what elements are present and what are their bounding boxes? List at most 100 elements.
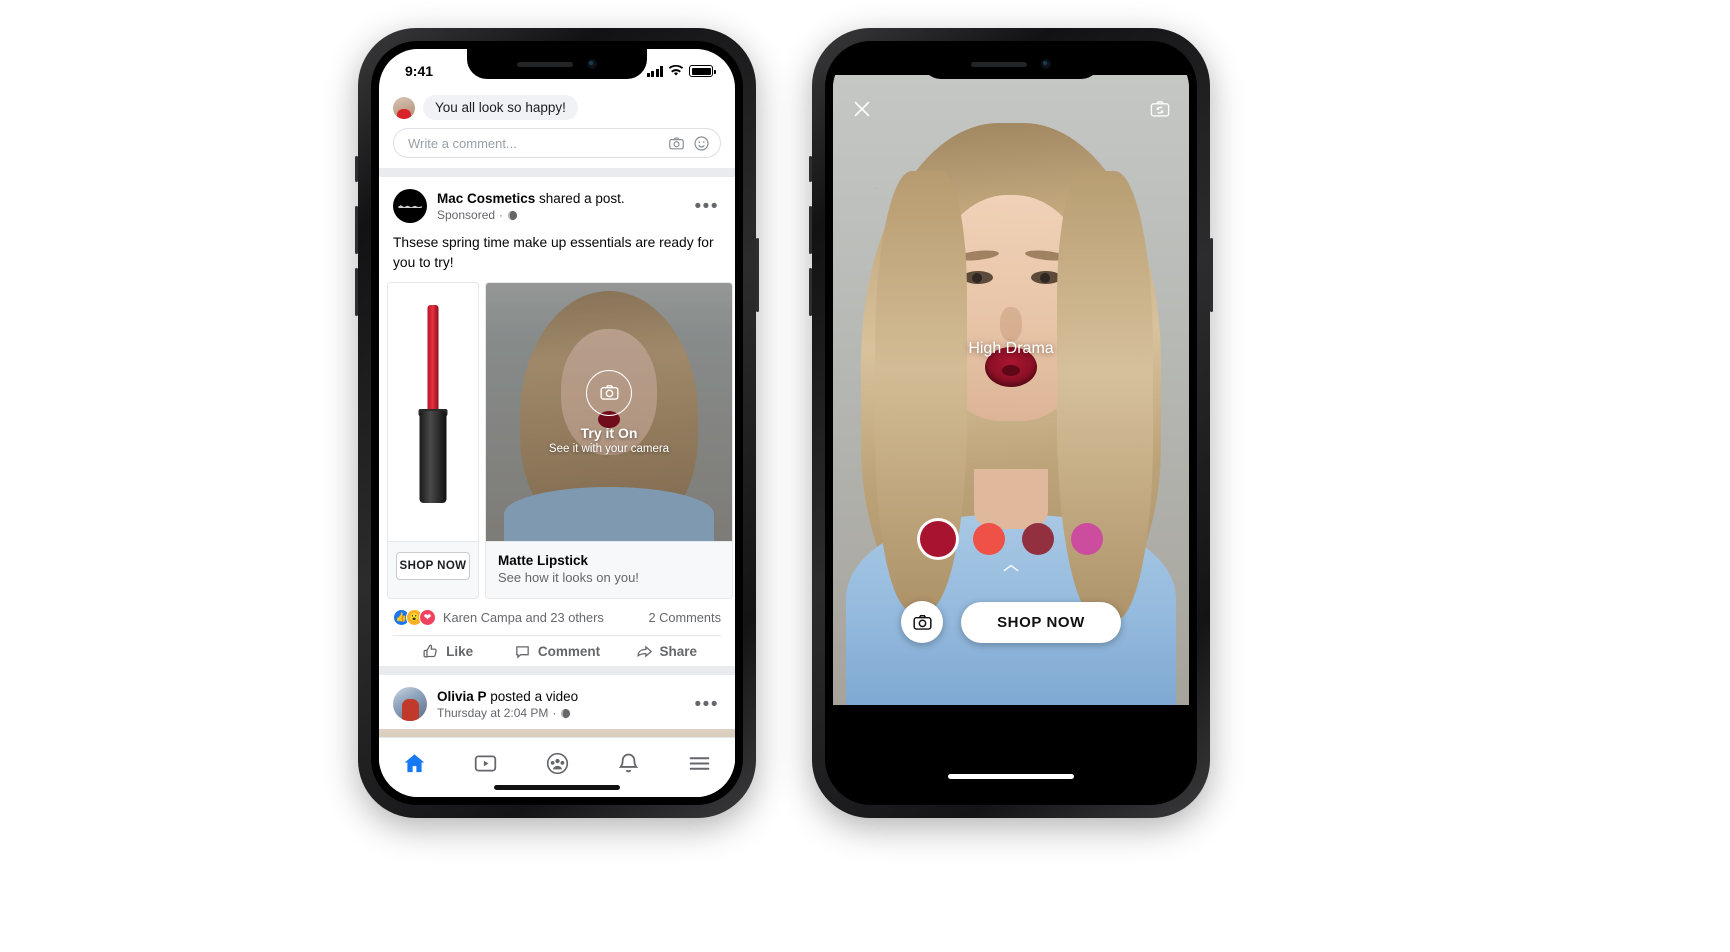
lipstick-wand [427, 305, 439, 426]
more-options-icon[interactable]: ••• [693, 695, 721, 714]
feed-divider-2 [379, 666, 735, 676]
post-timestamp: Thursday at 2:04 PM [437, 706, 549, 721]
post-body-text: Thsese spring time make up essentials ar… [393, 235, 714, 270]
post-header-meta-2: Olivia P posted a video Thursday at 2:04… [437, 688, 683, 721]
ar-preview-image[interactable]: Try it On See it with your camera [486, 283, 732, 542]
post-title-2: Olivia P posted a video [437, 688, 683, 706]
news-feed[interactable]: You all look so happy! Write a comment..… [379, 93, 735, 797]
swatch-high-drama[interactable] [919, 521, 956, 557]
shop-now-button[interactable]: SHOP NOW [961, 601, 1121, 643]
phone-device-left: 9:41 You all look so happy! Write a comm… [355, 28, 759, 818]
like-label: Like [446, 644, 474, 660]
close-x-icon [854, 101, 870, 117]
thumbs-up-icon [423, 644, 437, 658]
comment-button[interactable]: Comment [502, 643, 611, 660]
lipstick-product-image [388, 283, 478, 542]
globe-icon [507, 210, 518, 220]
shade-name-label: High Drama [968, 340, 1054, 357]
sidebar-item-watch[interactable] [450, 751, 521, 776]
lipstick-tube [419, 411, 447, 504]
flip-camera-icon [1150, 101, 1170, 117]
power-button[interactable] [1210, 238, 1213, 312]
post-subtitle: Sponsored · [437, 208, 683, 222]
carousel-card-product[interactable]: SHOP NOW [387, 282, 479, 600]
flip-camera-button[interactable] [1149, 98, 1171, 120]
user-name[interactable]: Olivia P [437, 689, 487, 704]
bell-icon [618, 753, 638, 773]
like-button[interactable]: Like [393, 643, 502, 660]
power-button[interactable] [756, 238, 759, 312]
front-camera [1041, 59, 1051, 69]
status-indicators [646, 65, 716, 77]
mute-switch[interactable] [809, 156, 812, 182]
carousel-card-ar[interactable]: Try it On See it with your camera Matte … [485, 282, 733, 600]
screen-left: 9:41 You all look so happy! Write a comm… [379, 49, 735, 797]
swatch-coral-red[interactable] [972, 523, 1005, 555]
sidebar-item-home[interactable] [379, 751, 450, 776]
swatch-deep-berry[interactable] [1021, 523, 1054, 555]
share-arrow-icon [637, 645, 652, 658]
volume-up-button[interactable] [809, 206, 812, 254]
product-title: Matte Lipstick [498, 553, 589, 569]
volume-up-button[interactable] [355, 206, 358, 254]
camera-icon[interactable] [586, 369, 632, 416]
model-neck [974, 469, 1048, 529]
ad-carousel[interactable]: SHOP NOW Try it On See it with your came… [379, 282, 735, 600]
camera-icon [912, 614, 932, 630]
phone-device-right: High Drama SHOP NOW [809, 28, 1213, 818]
share-button[interactable]: Share [612, 643, 721, 660]
model-eye-left [963, 271, 993, 284]
globe-icon [561, 708, 571, 719]
post-header-2: Olivia P posted a video Thursday at 2:04… [379, 675, 735, 729]
expand-shades-button[interactable] [833, 561, 1189, 579]
shop-now-button[interactable]: SHOP NOW [396, 552, 470, 581]
cellular-bars-icon [646, 65, 663, 77]
volume-down-button[interactable] [809, 268, 812, 316]
sponsored-post: Mac Cosmetics shared a post. Sponsored · [379, 177, 735, 676]
reaction-summary-text[interactable]: Karen Campa and 23 others [443, 610, 641, 625]
sponsored-label: Sponsored [437, 208, 496, 223]
comment-bubble-icon [516, 646, 529, 659]
groups-icon [546, 752, 568, 775]
try-it-on-overlay[interactable]: Try it On See it with your camera [486, 283, 732, 541]
close-button[interactable] [851, 98, 873, 120]
sidebar-item-groups[interactable] [521, 751, 592, 776]
comment-input-box[interactable]: Write a comment... [393, 128, 721, 158]
home-icon [404, 754, 425, 773]
post-subtitle-2: Thursday at 2:04 PM · [437, 706, 683, 720]
separator-dot: · [499, 208, 504, 223]
ar-camera-viewfinder[interactable]: High Drama SHOP NOW [833, 75, 1189, 705]
engagement-summary: 👍 😮 ❤ Karen Campa and 23 others 2 Commen… [379, 599, 735, 635]
camera-icon[interactable] [668, 135, 685, 152]
feed-divider [379, 168, 735, 177]
wifi-icon [668, 65, 684, 76]
more-options-icon[interactable]: ••• [693, 197, 721, 216]
try-it-on-subtitle: See it with your camera [548, 442, 670, 455]
avatar[interactable] [393, 687, 427, 722]
chevron-up-icon [1003, 564, 1019, 572]
reaction-icons[interactable]: 👍 😮 ❤ [393, 609, 436, 627]
comment-placeholder: Write a comment... [408, 135, 517, 151]
home-indicator[interactable] [494, 785, 620, 790]
emoji-icon[interactable] [693, 135, 710, 152]
comment-composer[interactable]: Write a comment... [379, 120, 735, 168]
sidebar-item-menu[interactable] [664, 751, 735, 776]
sidebar-item-notifications[interactable] [593, 751, 664, 776]
avatar[interactable] [393, 189, 427, 223]
home-indicator[interactable] [948, 774, 1074, 779]
love-reaction-icon: ❤ [419, 609, 436, 627]
mute-switch[interactable] [355, 156, 358, 182]
front-camera [587, 59, 597, 69]
hamburger-menu-icon [689, 757, 710, 770]
capture-button[interactable] [901, 601, 943, 643]
comment-count[interactable]: 2 Comments [648, 610, 721, 625]
post-action-text-2: posted a video [486, 688, 579, 704]
shade-swatch-row[interactable] [833, 521, 1189, 557]
swatch-pink-orchid[interactable] [1070, 523, 1103, 555]
page-name[interactable]: Mac Cosmetics [437, 191, 535, 206]
commenter-avatar [393, 96, 415, 119]
volume-down-button[interactable] [355, 268, 358, 316]
try-it-on-title: Try it On [580, 424, 638, 441]
earpiece-speaker [517, 61, 573, 67]
post-header-meta: Mac Cosmetics shared a post. Sponsored · [437, 190, 683, 223]
